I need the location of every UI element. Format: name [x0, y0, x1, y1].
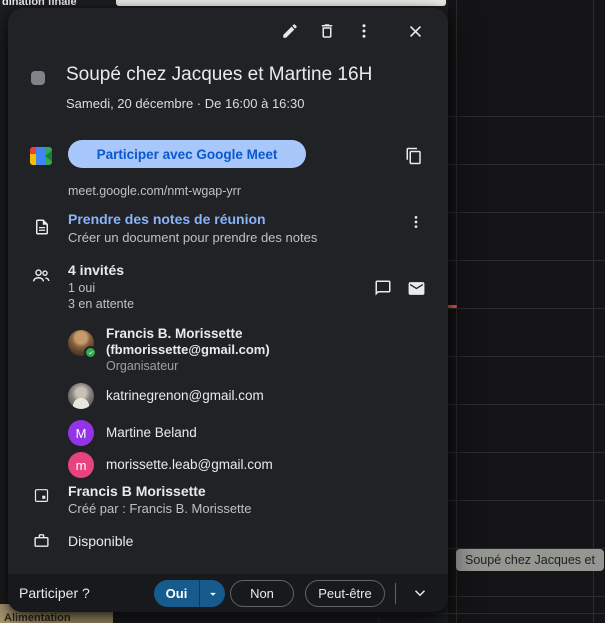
avatar-guest-initial[interactable]: m: [68, 452, 94, 478]
copy-icon: [405, 147, 423, 165]
more-options-button[interactable]: [348, 15, 380, 47]
calendar-grid-column-line: [456, 0, 457, 623]
delete-event-button[interactable]: [311, 15, 343, 47]
event-color-swatch: [31, 71, 45, 85]
join-google-meet-button[interactable]: Participer avec Google Meet: [68, 140, 306, 168]
accepted-check-icon: [84, 346, 97, 359]
rsvp-more-options-button[interactable]: [404, 577, 436, 609]
footer-divider: [395, 583, 396, 604]
calendar-icon: [33, 486, 50, 504]
briefcase-icon: [33, 532, 50, 549]
close-popup-button[interactable]: [399, 15, 431, 47]
guest-yes-count: 1 oui: [68, 281, 95, 295]
notes-more-options-button[interactable]: [400, 206, 432, 238]
guest-name: morissette.leab@gmail.com: [106, 457, 273, 472]
rsvp-maybe-button[interactable]: Peut-être: [305, 580, 385, 607]
pencil-icon: [281, 22, 299, 40]
avatar-guest-photo[interactable]: [68, 383, 94, 409]
rsvp-yes-dropdown[interactable]: [199, 580, 225, 607]
caret-down-icon: [206, 587, 220, 601]
created-by: Créé par : Francis B. Morissette: [68, 501, 252, 516]
calendar-grid-column-line: [593, 0, 594, 623]
chat-with-guests-button[interactable]: [367, 272, 399, 304]
kebab-menu-icon: [408, 214, 424, 230]
rsvp-yes-button[interactable]: Oui: [154, 580, 199, 607]
calendar-grid-row-line: [120, 613, 605, 614]
event-datetime: Samedi, 20 décembre · De 16:00 à 16:30: [66, 96, 304, 111]
rsvp-question: Participer ?: [19, 585, 90, 601]
rsvp-footer: Participer ? Oui Non Peut-être: [8, 574, 448, 612]
partial-event-title: Alimentation: [4, 612, 71, 623]
guest-email: (fbmorissette@gmail.com): [106, 342, 270, 357]
speech-bubble-icon: [374, 279, 392, 297]
rsvp-yes-split-button: Oui: [154, 580, 225, 607]
calendar-grid-column-line: [378, 612, 379, 623]
google-meet-icon: [30, 147, 52, 165]
envelope-icon: [407, 279, 426, 298]
guest-pending-count: 3 en attente: [68, 297, 134, 311]
notes-subtitle: Créer un document pour prendre des notes: [68, 230, 317, 245]
event-tooltip: Soupé chez Jacques et: [456, 549, 604, 571]
guest-name: Francis B. Morissette: [106, 326, 243, 341]
partial-event-title: dination finale: [2, 0, 77, 8]
partial-event-behind-top[interactable]: dination finale: [0, 0, 448, 8]
guest-count: 4 invités: [68, 262, 124, 278]
trash-icon: [318, 22, 336, 40]
chevron-down-icon: [411, 584, 429, 602]
calendar-owner-name: Francis B Morissette: [68, 483, 206, 499]
people-icon: [30, 266, 52, 286]
meet-url: meet.google.com/nmt-wgap-yrr: [68, 184, 241, 198]
availability-status: Disponible: [68, 533, 133, 549]
edit-event-button[interactable]: [274, 15, 306, 47]
copy-meet-link-button[interactable]: [398, 140, 430, 172]
document-icon: [33, 217, 51, 237]
event-title: Soupé chez Jacques et Martine 16H: [66, 62, 436, 87]
calendar-grid-hour-lines: [448, 116, 605, 623]
avatar-guest-initial[interactable]: M: [68, 420, 94, 446]
rsvp-no-button[interactable]: Non: [230, 580, 294, 607]
partial-event-block: [116, 0, 446, 6]
kebab-menu-icon: [355, 22, 373, 40]
guest-name: Martine Beland: [106, 425, 197, 440]
calendar-screen: dination finale Alimentation Soupé chez …: [0, 0, 605, 623]
email-guests-button[interactable]: [400, 272, 432, 304]
guest-role: Organisateur: [106, 359, 178, 373]
close-icon: [406, 22, 425, 41]
guest-name: katrinegrenon@gmail.com: [106, 388, 264, 403]
event-details-popup: Soupé chez Jacques et Martine 16H Samedi…: [8, 8, 448, 612]
take-meeting-notes-link[interactable]: Prendre des notes de réunion: [68, 211, 266, 227]
